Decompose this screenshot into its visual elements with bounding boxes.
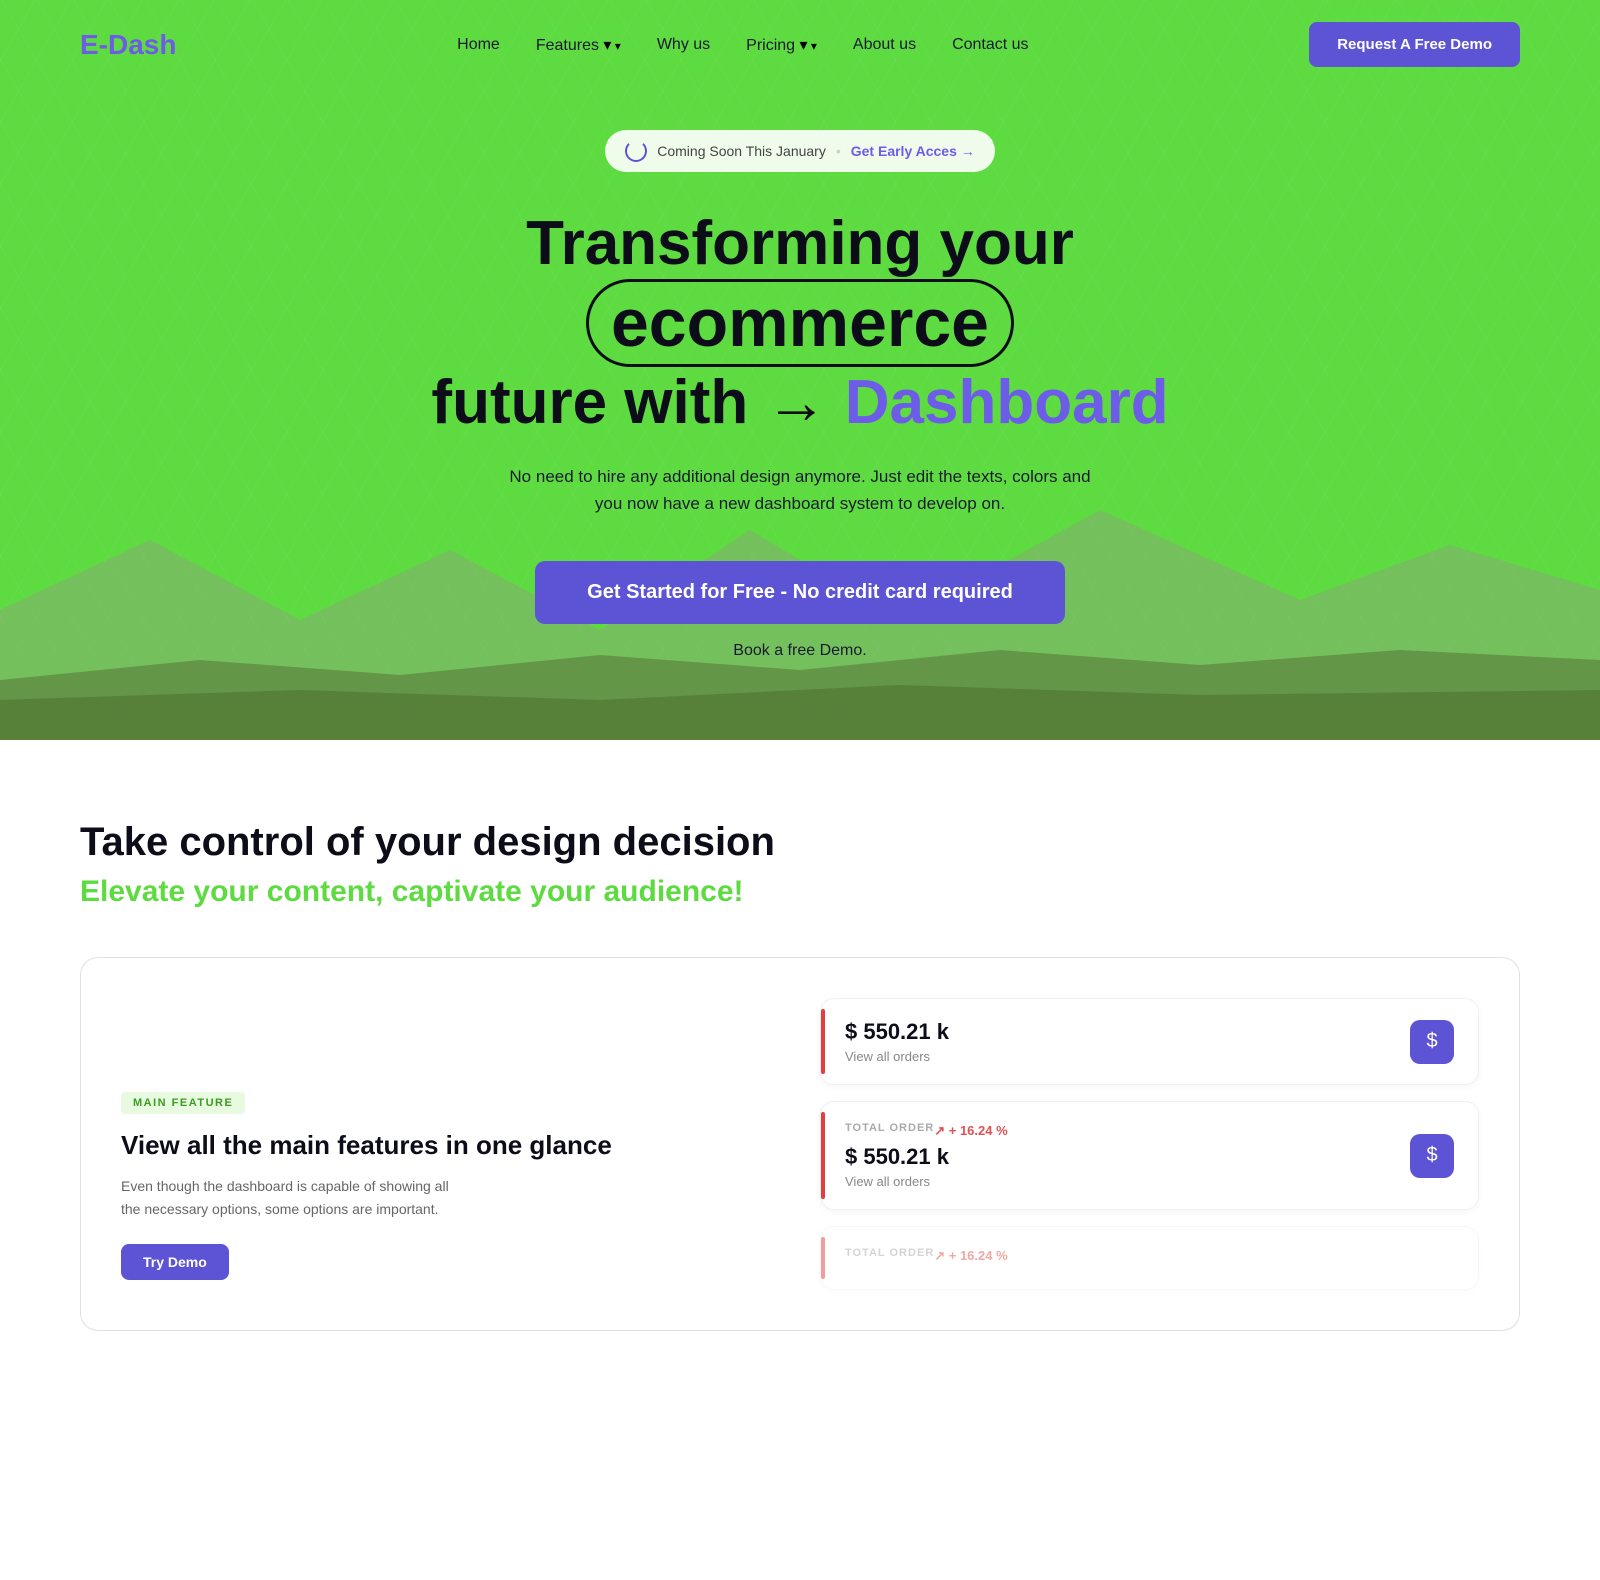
hero-dashboard: Dashboard [845, 368, 1169, 437]
nav-item-about[interactable]: About us [853, 36, 916, 54]
hero-title-part1: Transforming your [526, 209, 1074, 278]
stat-card-1: $ 550.21 k View all orders $ [820, 998, 1479, 1085]
navbar: E-Dash Home Features ▾ Why us Pricing ▾ … [0, 0, 1600, 89]
feature-card-title: View all the main features in one glance [121, 1130, 780, 1161]
stat-label-1: View all orders [845, 1049, 949, 1064]
feature-card-description: Even though the dashboard is capable of … [121, 1175, 461, 1220]
brand-logo: E-Dash [80, 29, 176, 61]
spinner-icon [625, 140, 647, 162]
nav-links: Home Features ▾ Why us Pricing ▾ About u… [457, 35, 1028, 55]
nav-item-pricing[interactable]: Pricing ▾ [746, 35, 817, 55]
hero-title-part2: future with [431, 368, 748, 437]
request-demo-button[interactable]: Request A Free Demo [1309, 22, 1520, 67]
feature-left-panel: MAIN FEATURE View all the main features … [121, 998, 780, 1290]
stat-value-2: $ 550.21 k [845, 1144, 1008, 1170]
stat-card-3: TOTAL ORDER + 16.24 % [820, 1226, 1479, 1290]
feature-right-panel: $ 550.21 k View all orders $ TOTAL ORDER… [820, 998, 1479, 1290]
stat-trend-2: + 16.24 % [934, 1123, 1007, 1139]
stat-info-3: TOTAL ORDER + 16.24 % [845, 1247, 1008, 1269]
hero-title: Transforming your ecommerce future with … [350, 208, 1250, 439]
stat-info-1: $ 550.21 k View all orders [845, 1019, 949, 1064]
features-subheading: Elevate your content, captivate your aud… [80, 875, 1520, 909]
feature-card-container: MAIN FEATURE View all the main features … [80, 957, 1520, 1331]
hero-demo-link[interactable]: Book a free Demo. [733, 642, 866, 659]
nav-item-features[interactable]: Features ▾ [536, 35, 621, 55]
hero-subtitle: No need to hire any additional design an… [500, 463, 1100, 517]
stat-badge-label-3: TOTAL ORDER [845, 1247, 934, 1259]
early-access-link[interactable]: Get Early Acces → [851, 143, 975, 159]
hero-demo-link-container: Book a free Demo. [733, 642, 866, 660]
hero-title-highlight: ecommerce [586, 279, 1014, 367]
stat-badge-label-2: TOTAL ORDER [845, 1122, 934, 1134]
stat-label-2: View all orders [845, 1174, 1008, 1189]
stat-icon-1: $ [1410, 1020, 1454, 1064]
hero-arrow: → [766, 368, 845, 437]
stat-icon-2: $ [1410, 1134, 1454, 1178]
features-section: Take control of your design decision Ele… [0, 740, 1600, 1391]
features-heading: Take control of your design decision [80, 820, 1520, 865]
stat-card-2: TOTAL ORDER + 16.24 % $ 550.21 k View al… [820, 1101, 1479, 1210]
main-feature-badge: MAIN FEATURE [121, 1092, 245, 1114]
badge-text: Coming Soon This January [657, 143, 826, 159]
stat-value-1: $ 550.21 k [845, 1019, 949, 1045]
announcement-badge: Coming Soon This January • Get Early Acc… [605, 130, 995, 172]
hero-section: Coming Soon This January • Get Early Acc… [0, 0, 1600, 740]
stat-info-2: TOTAL ORDER + 16.24 % $ 550.21 k View al… [845, 1122, 1008, 1189]
stat-trend-3: + 16.24 % [934, 1248, 1007, 1264]
hero-cta-button[interactable]: Get Started for Free - No credit card re… [535, 561, 1065, 624]
nav-item-home[interactable]: Home [457, 36, 500, 54]
nav-item-whyus[interactable]: Why us [657, 36, 710, 54]
nav-item-contact[interactable]: Contact us [952, 36, 1028, 54]
badge-dot: • [836, 143, 841, 159]
try-demo-button[interactable]: Try Demo [121, 1244, 229, 1280]
